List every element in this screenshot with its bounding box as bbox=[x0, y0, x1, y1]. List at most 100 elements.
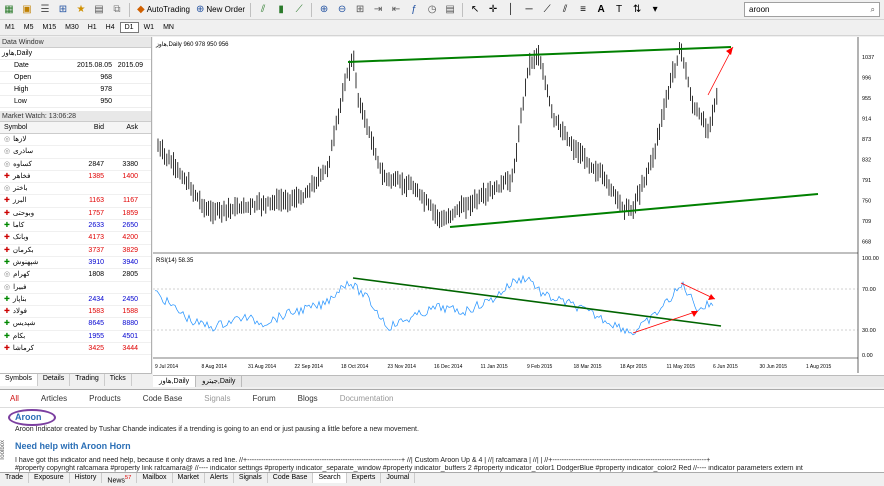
terminal-tab-experts[interactable]: Experts bbox=[347, 473, 382, 483]
cursor-icon[interactable]: ↖ bbox=[468, 2, 484, 18]
auto-scroll-icon[interactable]: ⇥ bbox=[371, 2, 387, 18]
market-watch-row[interactable]: ◎ ساذری bbox=[0, 146, 151, 159]
new-order-button[interactable]: ⊕ New Order bbox=[194, 2, 247, 18]
terminal-tab-alerts[interactable]: Alerts bbox=[205, 473, 234, 483]
col-symbol[interactable]: Symbol bbox=[0, 122, 74, 133]
market-watch-row[interactable]: ◎ کهرام 1808 2805 bbox=[0, 269, 151, 282]
zoom-out-icon[interactable]: ⊖ bbox=[335, 2, 351, 18]
chart-tab-1[interactable]: جیترو,Daily bbox=[196, 376, 243, 387]
search-tab-blogs[interactable]: Blogs bbox=[298, 394, 318, 403]
new-chart-icon[interactable]: ▦ bbox=[2, 2, 18, 18]
tester-icon[interactable]: ⧉ bbox=[110, 2, 126, 18]
search-tab-signals[interactable]: Signals bbox=[204, 394, 230, 403]
col-ask[interactable]: Ask bbox=[104, 122, 138, 133]
templates-icon[interactable]: ▤ bbox=[443, 2, 459, 18]
arrows-tool-icon[interactable]: ⇅ bbox=[630, 2, 646, 18]
timeframe-h1[interactable]: H1 bbox=[84, 23, 101, 32]
crosshair-icon[interactable]: ✛ bbox=[486, 2, 502, 18]
periods-icon[interactable]: ◷ bbox=[425, 2, 441, 18]
left-tab-ticks[interactable]: Ticks bbox=[105, 374, 132, 386]
market-watch-row[interactable]: ✚ وبوحتی 1757 1859 bbox=[0, 208, 151, 221]
left-tab-symbols[interactable]: Symbols bbox=[0, 374, 38, 386]
chart-shift-icon[interactable]: ⇤ bbox=[389, 2, 405, 18]
market-watch-row[interactable]: ✚ شپهنوش 3910 3940 bbox=[0, 257, 151, 270]
result-title[interactable]: Aroon bbox=[15, 412, 42, 422]
search-tab-code-base[interactable]: Code Base bbox=[143, 394, 183, 403]
market-watch-icon[interactable]: ☰ bbox=[38, 2, 54, 18]
candle-chart-icon[interactable]: ▮ bbox=[274, 2, 290, 18]
profiles-icon[interactable]: ▣ bbox=[20, 2, 36, 18]
terminal-tab-search[interactable]: Search bbox=[313, 473, 347, 483]
timeframe-d1[interactable]: D1 bbox=[119, 22, 139, 33]
search-input[interactable]: aroon ⌕ bbox=[744, 2, 880, 17]
left-tab-trading[interactable]: Trading bbox=[70, 374, 105, 386]
label-tool-icon[interactable]: T bbox=[612, 2, 628, 18]
timeframe-m15[interactable]: M15 bbox=[38, 23, 60, 32]
market-watch-row[interactable]: ✚ بناپاز 2434 2450 bbox=[0, 294, 151, 307]
trendline-icon[interactable]: ⟋ bbox=[540, 2, 556, 18]
vertical-line-icon[interactable]: │ bbox=[504, 2, 520, 18]
market-watch-row[interactable]: ◎ باختر bbox=[0, 183, 151, 196]
navigator-icon[interactable]: ★ bbox=[74, 2, 90, 18]
terminal-tab-mailbox[interactable]: Mailbox bbox=[137, 473, 173, 483]
market-watch-row[interactable]: ✚ بکام 1955 4501 bbox=[0, 331, 151, 344]
timeframe-m30[interactable]: M30 bbox=[61, 23, 83, 32]
toolbox-label[interactable]: Toolbox bbox=[0, 440, 8, 461]
bar-chart-icon[interactable]: ⫽ bbox=[256, 2, 272, 18]
market-watch-row[interactable]: ✚ فولاد 1583 1588 bbox=[0, 306, 151, 319]
market-watch-row[interactable]: ✚ فخاهر 1385 1400 bbox=[0, 171, 151, 184]
chart-window[interactable]: هاوز,Daily 960 978 950 956 RSI(14) 58.35… bbox=[153, 37, 884, 386]
market-watch-row[interactable]: ◎ فبیرا bbox=[0, 282, 151, 294]
market-watch-row[interactable]: ✚ کرماشا 3425 3444 bbox=[0, 343, 151, 356]
market-watch-row[interactable]: ✚ البرز 1163 1167 bbox=[0, 195, 151, 208]
timeframe-m1[interactable]: M1 bbox=[1, 23, 19, 32]
search-tab-all[interactable]: All bbox=[10, 394, 19, 403]
text-tool-icon[interactable]: A bbox=[594, 2, 610, 18]
terminal-tab-exposure[interactable]: Exposure bbox=[29, 473, 70, 483]
chart-tab-0[interactable]: هاوز,Daily bbox=[153, 376, 197, 387]
timeframe-h4[interactable]: H4 bbox=[102, 23, 119, 32]
left-tab-details[interactable]: Details bbox=[38, 374, 71, 386]
terminal-icon[interactable]: ▤ bbox=[92, 2, 108, 18]
market-watch-row[interactable]: ✚ شپدیس 8645 8880 bbox=[0, 318, 151, 331]
horizontal-line-icon[interactable]: ─ bbox=[522, 2, 538, 18]
forum-result-title[interactable]: Need help with Aroon Horn bbox=[15, 441, 131, 451]
shapes-tool-icon[interactable]: ▾ bbox=[648, 2, 664, 18]
timeframe-m5[interactable]: M5 bbox=[20, 23, 38, 32]
indicators-icon[interactable]: ƒ bbox=[407, 2, 423, 18]
ask-value: 1167 bbox=[122, 197, 138, 205]
search-icon[interactable]: ⌕ bbox=[871, 5, 875, 15]
timeframe-w1[interactable]: W1 bbox=[140, 23, 159, 32]
search-tab-articles[interactable]: Articles bbox=[41, 394, 67, 403]
market-watch-row[interactable]: ✚ وبانک 4173 4200 bbox=[0, 232, 151, 245]
search-tab-forum[interactable]: Forum bbox=[253, 394, 276, 403]
market-watch-row[interactable]: ✚ کاما 2633 2650 bbox=[0, 220, 151, 233]
autotrading-button[interactable]: ◆ AutoTrading bbox=[135, 2, 192, 18]
terminal-tab-journal[interactable]: Journal bbox=[381, 473, 416, 483]
equidistant-channel-icon[interactable]: ⫽ bbox=[558, 2, 574, 18]
terminal-tab-market[interactable]: Market bbox=[173, 473, 205, 483]
data-window-icon[interactable]: ⊞ bbox=[56, 2, 72, 18]
date-tick: 18 Mar 2015 bbox=[574, 364, 602, 370]
terminal-tab-code-base[interactable]: Code Base bbox=[268, 473, 314, 483]
terminal-tab-history[interactable]: History bbox=[70, 473, 103, 483]
ask-value: 1859 bbox=[122, 209, 138, 217]
new-order-icon: ⊕ bbox=[196, 4, 205, 15]
tile-windows-icon[interactable]: ⊞ bbox=[353, 2, 369, 18]
zoom-in-icon[interactable]: ⊕ bbox=[317, 2, 333, 18]
market-watch-row[interactable]: ✚ بکرمان 3737 3829 bbox=[0, 245, 151, 257]
search-tab-documentation[interactable]: Documentation bbox=[340, 394, 394, 403]
terminal-tab-news[interactable]: News57 bbox=[102, 473, 138, 484]
market-watch-row[interactable]: ◎ لازها bbox=[0, 134, 151, 147]
price-tick: 668 bbox=[862, 240, 871, 246]
data-window-symbol: هاوز,Daily bbox=[2, 50, 33, 57]
fibonacci-icon[interactable]: ≡ bbox=[576, 2, 592, 18]
terminal-tab-signals[interactable]: Signals bbox=[234, 473, 268, 483]
market-watch-row[interactable]: ◎ کساوه 2847 3380 bbox=[0, 159, 151, 171]
price-chart[interactable]: هاوز,Daily 960 978 950 956 RSI(14) 58.35… bbox=[153, 37, 884, 373]
search-tab-products[interactable]: Products bbox=[89, 394, 121, 403]
col-bid[interactable]: Bid bbox=[74, 122, 104, 133]
line-chart-icon[interactable]: ⟋ bbox=[292, 2, 308, 18]
terminal-tab-trade[interactable]: Trade bbox=[0, 473, 30, 483]
timeframe-mn[interactable]: MN bbox=[159, 23, 178, 32]
